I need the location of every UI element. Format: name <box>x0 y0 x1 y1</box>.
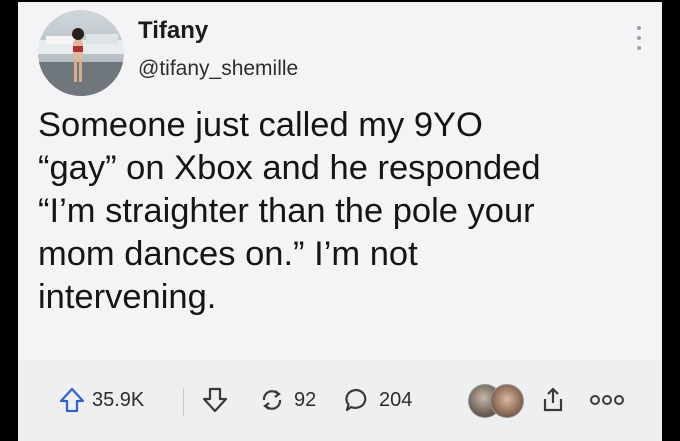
user-handle[interactable]: @tifany_shemille <box>138 57 298 81</box>
repost-count: 92 <box>294 388 317 411</box>
upvote-button[interactable]: 35.9K <box>58 385 144 415</box>
repost-button[interactable]: 92 <box>258 385 316 415</box>
tweet-text: Someone just called my 9YO “gay” on Xbox… <box>38 106 541 316</box>
comment-count: 204 <box>379 388 413 411</box>
display-name[interactable]: Tifany <box>138 17 208 45</box>
more-vertical-icon[interactable] <box>636 26 642 50</box>
tweet-screenshot: Tifany @tifany_shemille Someone just cal… <box>18 2 662 360</box>
comment-icon <box>343 386 371 414</box>
divider <box>183 388 184 416</box>
post-card: Tifany @tifany_shemille Someone just cal… <box>18 2 662 441</box>
repost-icon <box>258 386 286 414</box>
award-icon <box>490 384 524 418</box>
comment-button[interactable]: 204 <box>343 385 412 415</box>
downvote-button[interactable] <box>201 385 229 415</box>
more-horizontal-icon[interactable] <box>590 385 624 415</box>
awards[interactable] <box>468 384 528 418</box>
upvote-arrow-icon <box>58 386 86 414</box>
downvote-arrow-icon <box>201 386 229 414</box>
action-bar: 35.9K 92 204 <box>18 360 662 441</box>
share-button[interactable] <box>540 385 566 415</box>
avatar[interactable] <box>38 10 124 96</box>
upvote-count: 35.9K <box>92 388 145 411</box>
share-icon <box>540 386 566 414</box>
